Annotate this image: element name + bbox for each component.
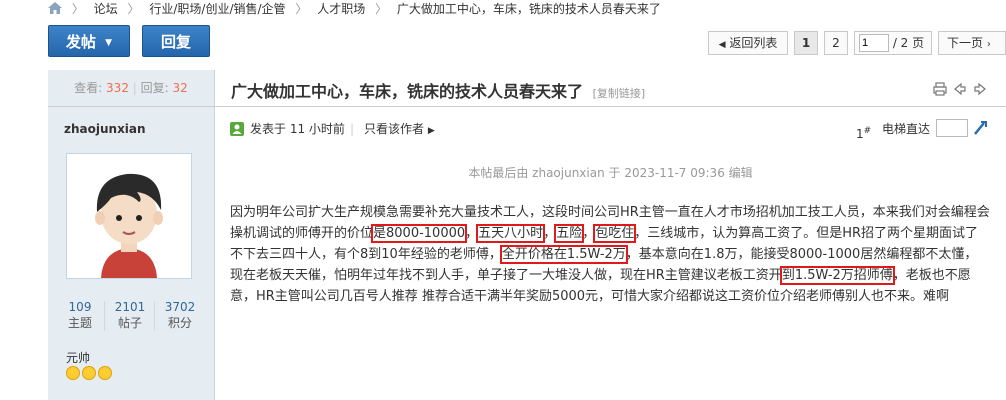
breadcrumb-separator: 〉 [71, 2, 84, 16]
post-text: ， [543, 226, 557, 241]
breadcrumb-item-forum[interactable]: 论坛 [94, 2, 118, 16]
highlighted-text: 到1.5W-2万招师傅 [779, 266, 895, 285]
smiley-icon [82, 366, 96, 380]
thread-toolbar: 发帖 ▼ 回复 ◀ 返回列表 1 2 / 2 页 下一页 › [48, 25, 1006, 59]
thread-title: 广大做加工中心，车床，铣床的技术人员春天来了 [231, 82, 584, 101]
page-number-input[interactable] [859, 34, 889, 52]
author-name[interactable]: zhaojunxian [64, 122, 146, 136]
topics-label: 主题 [67, 316, 92, 330]
back-to-list-label: 返回列表 [729, 36, 778, 50]
new-post-button[interactable]: 发帖 ▼ [48, 25, 130, 57]
reply-label: 回复 [160, 33, 191, 51]
replies-label: 回复: [140, 81, 169, 95]
highlighted-text: 是8000-10000 [371, 224, 468, 243]
go-arrow-icon[interactable] [972, 120, 988, 136]
page-1-label: 1 [801, 36, 811, 50]
smiley-icon [66, 366, 80, 380]
views-label: 查看: [74, 81, 103, 95]
author-topics[interactable]: 109 主题 [60, 299, 100, 331]
breadcrumb-item-board[interactable]: 人才职场 [317, 2, 365, 16]
chevron-down-icon: ▼ [105, 38, 113, 48]
smiley-icon [98, 366, 112, 380]
author-sidebar: 查看: 332 | 回复: 32 zhaojunxian 109 主题 2101… [48, 70, 215, 400]
breadcrumb-separator: 〉 [127, 2, 140, 16]
new-post-label: 发帖 [65, 33, 96, 51]
breadcrumb: 〉 论坛 〉 行业/职场/创业/销售/企管 〉 人才职场 〉 广大做加工中心，车… [48, 0, 661, 18]
floor-number: 1# [856, 120, 871, 145]
page-2-label: 2 [832, 36, 840, 50]
highlighted-text: 五险 [554, 224, 585, 243]
posts-label: 帖子 [117, 316, 142, 330]
page-total: / 2 页 [892, 36, 925, 50]
copy-link[interactable]: [复制链接] [593, 87, 646, 100]
breadcrumb-separator: 〉 [295, 2, 308, 16]
print-icon[interactable] [933, 82, 947, 96]
online-status-icon [230, 122, 244, 136]
thread-title-bar: 广大做加工中心，车床，铣床的技术人员春天来了 [复制链接] [215, 70, 1006, 107]
rank-icons [66, 366, 114, 383]
home-icon[interactable] [48, 2, 62, 14]
post-body: 因为明年公司扩大生产规模急需要补充大量技术工人，这段时间公司HR主管一直在人才市… [230, 202, 990, 307]
reply-button[interactable]: 回复 [142, 25, 210, 57]
post-meta: 发表于 11 小时前 | 只看该作者 ▶ 1# 电梯直达 [230, 118, 1000, 142]
page-2-button[interactable]: 2 [824, 31, 848, 55]
points-label: 积分 [167, 316, 192, 330]
previous-thread-icon[interactable] [953, 82, 967, 96]
next-thread-icon[interactable] [973, 82, 987, 96]
points-count: 3702 [164, 300, 196, 314]
post-text: ， [582, 226, 596, 241]
post-time: 发表于 11 小时前 [250, 122, 345, 136]
post-text: ， [465, 226, 479, 241]
back-to-list-button[interactable]: ◀ 返回列表 [708, 31, 788, 55]
play-icon: ▶ [427, 126, 435, 136]
stats-separator [154, 301, 155, 331]
chevron-right-icon: › [986, 39, 991, 50]
meta-divider: | [350, 122, 355, 136]
posts-count: 2101 [114, 300, 146, 314]
highlighted-text: 五天八小时 [476, 224, 546, 243]
floor-value: 1 [856, 127, 864, 141]
chevron-left-icon: ◀ [718, 40, 726, 50]
avatar-image [67, 154, 191, 278]
page-1-button[interactable]: 1 [794, 31, 818, 55]
breadcrumb-item-category[interactable]: 行业/职场/创业/销售/企管 [149, 2, 285, 16]
highlighted-text: 包吃住 [593, 224, 637, 243]
next-page-button[interactable]: 下一页 › [938, 31, 1006, 55]
highlighted-text: 全开价格在1.5W-2万 [499, 245, 628, 264]
page-jump: / 2 页 [854, 31, 932, 55]
next-page-label: 下一页 [947, 36, 984, 50]
jump-floor-label: 电梯直达 [882, 122, 931, 136]
page-title: 广大做加工中心，车床，铣床的技术人员春天来了 [复制链接] [231, 78, 645, 102]
author-rank: 元帅 [66, 351, 91, 365]
author-points[interactable]: 3702 积分 [160, 299, 200, 331]
views-count: 332 [106, 81, 129, 95]
stats-separator [104, 301, 105, 331]
thread-stats: 查看: 332 | 回复: 32 [48, 70, 214, 107]
only-author-link[interactable]: 只看该作者 ▶ [364, 118, 435, 142]
topics-count: 109 [68, 300, 92, 314]
replies-count: 32 [172, 81, 188, 95]
breadcrumb-item-thread[interactable]: 广大做加工中心，车床，铣床的技术人员春天来了 [397, 2, 661, 16]
avatar[interactable] [66, 153, 192, 279]
edited-note: 本帖最后由 zhaojunxian 于 2023-11-7 09:36 编辑 [468, 166, 753, 180]
breadcrumb-separator: 〉 [375, 2, 388, 16]
author-posts[interactable]: 2101 帖子 [110, 299, 150, 331]
only-author-label: 只看该作者 [364, 122, 425, 136]
floor-suffix: # [863, 126, 872, 136]
stats-divider: | [132, 81, 137, 95]
jump-floor-input[interactable] [936, 119, 968, 137]
